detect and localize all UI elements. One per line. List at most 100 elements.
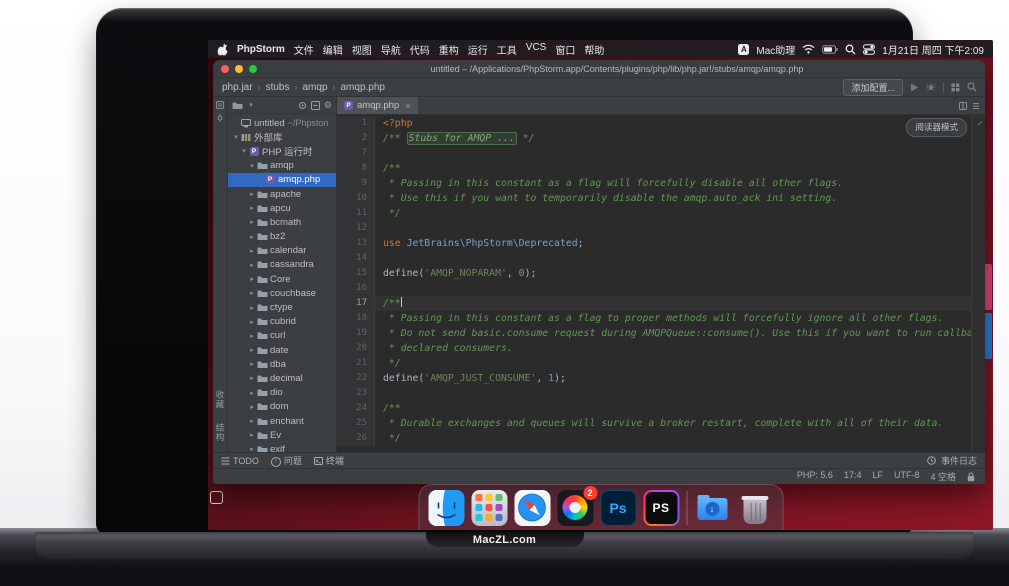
tree-chevron-icon[interactable]: ▸ (248, 374, 256, 382)
tree-chevron-icon[interactable]: ▸ (248, 318, 256, 326)
menubar-item-0[interactable]: 文件 (294, 42, 314, 57)
menubar-item-9[interactable]: 窗口 (555, 42, 575, 57)
event-log-clock-icon[interactable] (927, 456, 936, 465)
menubar-item-7[interactable]: 工具 (497, 42, 517, 57)
spotlight-search-icon[interactable] (845, 44, 856, 55)
code-line-16[interactable]: 16 (337, 281, 985, 296)
toolwindow-stripe-label-1[interactable]: 结构 (214, 423, 226, 442)
tree-item-bz2[interactable]: ▸bz2 (228, 230, 336, 244)
dock-launchpad-icon[interactable] (471, 490, 507, 526)
tree-chevron-icon[interactable]: ▸ (248, 389, 256, 397)
tree-chevron-icon[interactable]: ▸ (248, 445, 256, 452)
wifi-icon[interactable] (802, 44, 815, 54)
tree-item-ctype[interactable]: ▸ctype (228, 300, 336, 314)
dock-trash-icon[interactable] (737, 490, 773, 526)
menubar-item-5[interactable]: 重构 (439, 42, 459, 57)
code-line-24[interactable]: 24/** (337, 401, 985, 416)
tree-item-core[interactable]: ▸Core (228, 272, 336, 286)
status-widget-1[interactable]: 17:4 (844, 470, 862, 483)
run-configuration-button[interactable]: 添加配置... (843, 79, 903, 96)
tree-item-apache[interactable]: ▸apache (228, 187, 336, 201)
status-widget-3[interactable]: UTF-8 (894, 470, 920, 483)
toolwindow-button-终端[interactable]: 终端 (314, 454, 344, 467)
code-line-18[interactable]: 18 * Passing in this constant as a flag … (337, 311, 985, 326)
code-line-9[interactable]: 9 * Passing in this constant as a flag w… (337, 176, 985, 191)
toolwindow-stripe-label-0[interactable]: 收藏 (214, 390, 226, 409)
window-titlebar[interactable]: untitled – /Applications/PhpStorm.app/Co… (213, 60, 985, 78)
assistant-app-icon[interactable]: A (738, 44, 749, 55)
menubar-datetime[interactable]: 1月21日 周四 下午2:09 (882, 42, 984, 57)
tree-item-couchbase[interactable]: ▸couchbase (228, 286, 336, 300)
tree-item-exif[interactable]: ▸exif (228, 442, 336, 452)
code-line-10[interactable]: 10 * Use this if you want to temporarily… (337, 191, 985, 206)
tree-item-dba[interactable]: ▸dba (228, 357, 336, 371)
code-line-13[interactable]: 13use JetBrains\PhpStorm\Deprecated; (337, 236, 985, 251)
code-line-21[interactable]: 21 */ (337, 356, 985, 371)
menubar-item-2[interactable]: 视图 (352, 42, 372, 57)
project-toolwindow-icon[interactable] (216, 101, 224, 109)
tree-item-apcu[interactable]: ▸apcu (228, 201, 336, 215)
status-widget-0[interactable]: PHP: 5.6 (797, 470, 833, 483)
tree-item-enchant[interactable]: ▸enchant (228, 414, 336, 428)
menubar-item-3[interactable]: 导航 (381, 42, 401, 57)
tab-list-icon[interactable] (972, 102, 980, 110)
tree-chevron-icon[interactable]: ▸ (248, 275, 256, 283)
tree-item-curl[interactable]: ▸curl (228, 329, 336, 343)
control-center-icon[interactable] (863, 44, 875, 55)
tree-item-dom[interactable]: ▸dom (228, 400, 336, 414)
tree-chevron-icon[interactable]: ▸ (248, 304, 256, 312)
event-log-button[interactable]: 事件日志 (941, 454, 977, 467)
layout-grid-icon[interactable] (951, 83, 960, 92)
tree-chevron-icon[interactable]: ▸ (248, 233, 256, 241)
code-line-23[interactable]: 23 (337, 386, 985, 401)
tree-item-bcmath[interactable]: ▸bcmath (228, 215, 336, 229)
tree-chevron-icon[interactable]: ▸ (248, 204, 256, 212)
tree-chevron-icon[interactable]: ▸ (248, 190, 256, 198)
run-icon[interactable] (910, 83, 919, 92)
code-line-26[interactable]: 26 */ (337, 431, 985, 446)
battery-icon[interactable] (822, 45, 838, 54)
code-line-11[interactable]: 11 */ (337, 206, 985, 221)
breadcrumb-amqp[interactable]: amqp (301, 82, 328, 93)
tree-item-php-运行时[interactable]: ▾PPHP 运行时 (228, 144, 336, 158)
menubar-app-name[interactable]: PhpStorm (237, 44, 285, 55)
dock-phpstorm-icon[interactable]: PS (643, 490, 679, 526)
dock-safari-icon[interactable] (514, 490, 550, 526)
commit-toolwindow-icon[interactable] (216, 114, 224, 122)
code-line-17[interactable]: 17/** (337, 296, 985, 311)
project-settings-gear-icon[interactable]: ⚙ (324, 101, 332, 110)
code-line-20[interactable]: 20 * declared consumers. (337, 341, 985, 356)
tree-chevron-icon[interactable]: ▸ (248, 247, 256, 255)
toolwindow-button-todo[interactable]: TODO (221, 456, 259, 466)
tree-chevron-icon[interactable]: ▸ (248, 261, 256, 269)
status-widget-4[interactable]: 4 空格 (930, 470, 956, 483)
status-widget-2[interactable]: LF (872, 470, 883, 483)
code-line-2[interactable]: 2/** Stubs for AMQP ... */ (337, 131, 985, 146)
close-tab-icon[interactable]: × (405, 101, 410, 111)
tree-item-ev[interactable]: ▸Ev (228, 428, 336, 442)
tree-chevron-icon[interactable]: ▸ (248, 332, 256, 340)
tree-chevron-icon[interactable]: ▸ (248, 346, 256, 354)
search-everywhere-icon[interactable] (967, 82, 977, 92)
code-line-1[interactable]: 1<?php (337, 116, 985, 131)
tree-chevron-icon[interactable]: ▾ (240, 147, 248, 155)
zoom-window-button[interactable] (249, 65, 257, 73)
close-window-button[interactable] (221, 65, 229, 73)
tree-chevron-icon[interactable]: ▸ (248, 289, 256, 297)
code-line-14[interactable]: 14 (337, 251, 985, 266)
tree-item-calendar[interactable]: ▸calendar (228, 244, 336, 258)
minimize-window-button[interactable] (235, 65, 243, 73)
code-line-7[interactable]: 7 (337, 146, 985, 161)
tree-item-cassandra[interactable]: ▸cassandra (228, 258, 336, 272)
dock-downloads-icon[interactable]: ↓ (694, 490, 730, 526)
breadcrumb-amqp-php[interactable]: amqp.php (340, 82, 386, 93)
tree-item-decimal[interactable]: ▸decimal (228, 371, 336, 385)
reader-mode-button[interactable]: 阅读器模式 (906, 118, 967, 137)
code-line-15[interactable]: 15define('AMQP_NOPARAM', 0); (337, 266, 985, 281)
tree-chevron-icon[interactable]: ▾ (248, 162, 256, 170)
code-line-25[interactable]: 25 * Durable exchanges and queues will s… (337, 416, 985, 431)
tree-chevron-icon[interactable]: ▸ (248, 403, 256, 411)
code-line-19[interactable]: 19 * Do not send basic.consume request d… (337, 326, 985, 341)
assistant-menu-label[interactable]: Mac助理 (756, 42, 795, 57)
breadcrumb-stubs[interactable]: stubs (265, 82, 291, 93)
